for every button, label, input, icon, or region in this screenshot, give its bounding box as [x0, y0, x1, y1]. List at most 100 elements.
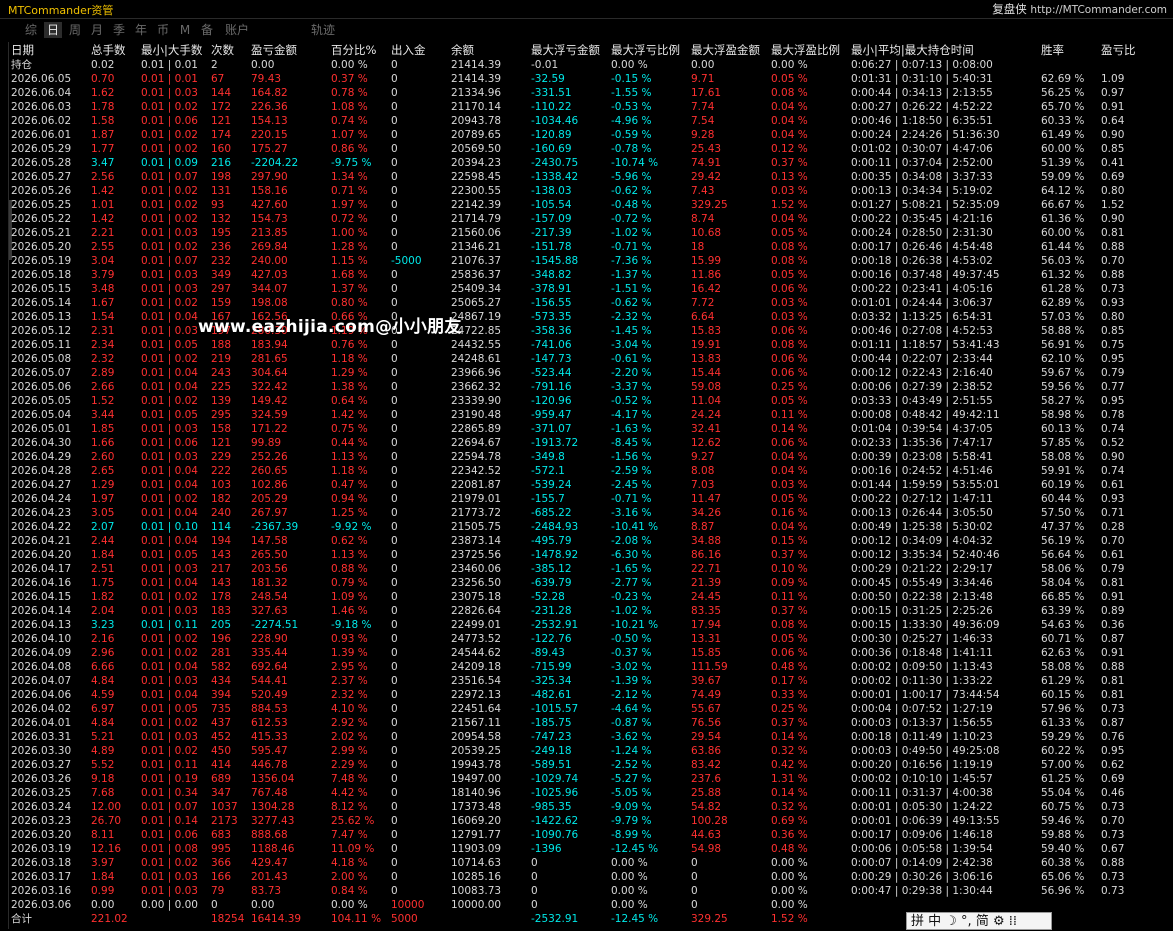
tab-5[interactable]: 年: [132, 22, 150, 38]
table-row[interactable]: 2026.05.14 1.67 0.01 | 0.02 159 198.08 0.80 %…: [9, 296, 1172, 310]
table-row[interactable]: 2026.04.01 4.84 0.01 | 0.02 437 612.53 2.92 %…: [9, 716, 1172, 730]
column-header[interactable]: 出入金: [391, 42, 449, 58]
table-row[interactable]: 2026.05.05 1.52 0.01 | 0.02 139 149.42 0.64 %…: [9, 394, 1172, 408]
column-header[interactable]: 最大浮亏金额: [531, 42, 609, 58]
table-row[interactable]: 2026.04.23 3.05 0.01 | 0.04 240 267.97 1.25 %…: [9, 506, 1172, 520]
table-row[interactable]: 2026.05.26 1.42 0.01 | 0.02 131 158.16 0.71 %…: [9, 184, 1172, 198]
column-header[interactable]: 胜率: [1041, 42, 1099, 58]
table-cell: -3.37 %: [611, 381, 652, 393]
table-row[interactable]: 2026.05.27 2.56 0.01 | 0.07 198 297.90 1.34 %…: [9, 170, 1172, 184]
brand-url[interactable]: http://MTCommander.com: [1030, 4, 1167, 16]
column-header[interactable]: 最大浮亏比例: [611, 42, 689, 58]
column-header[interactable]: 最大浮盈金额: [691, 42, 769, 58]
tab-2[interactable]: 周: [66, 22, 84, 38]
tab-0[interactable]: 综: [22, 22, 40, 38]
table-row[interactable]: 2026.05.19 3.04 0.01 | 0.07 232 240.00 1.15 %…: [9, 254, 1172, 268]
table-cell: -573.35: [531, 311, 572, 323]
brand-name[interactable]: 复盘侠: [992, 2, 1027, 16]
table-row[interactable]: 2026.03.25 7.68 0.01 | 0.34 347 767.48 4.42 %…: [9, 786, 1172, 800]
table-row[interactable]: 2026.05.08 2.32 0.01 | 0.02 219 281.65 1.18 %…: [9, 352, 1172, 366]
table-row[interactable]: 2026.05.20 2.55 0.01 | 0.02 236 269.84 1.28 %…: [9, 240, 1172, 254]
tab-9[interactable]: 账户: [222, 22, 252, 38]
table-row[interactable]: 2026.03.27 5.52 0.01 | 0.11 414 446.78 2.29 %…: [9, 758, 1172, 772]
table-cell: 0:00:16 | 0:24:52 | 4:51:46: [851, 465, 993, 477]
table-row[interactable]: 2026.05.29 1.77 0.01 | 0.02 160 175.27 0.86 %…: [9, 142, 1172, 156]
table-row[interactable]: 2026.04.29 2.60 0.01 | 0.03 229 252.26 1.13 %…: [9, 450, 1172, 464]
table-row[interactable]: 2026.05.07 2.89 0.01 | 0.04 243 304.64 1.29 %…: [9, 366, 1172, 380]
table-row[interactable]: 2026.04.24 1.97 0.01 | 0.02 182 205.29 0.94 %…: [9, 492, 1172, 506]
column-header[interactable]: 最大浮盈比例: [771, 42, 849, 58]
table-row[interactable]: 2026.04.10 2.16 0.01 | 0.02 196 228.90 0.93 %…: [9, 632, 1172, 646]
table-row[interactable]: 2026.03.24 12.00 0.01 | 0.07 1037 1304.28 8.1…: [9, 800, 1172, 814]
column-header[interactable]: 最小|大手数: [141, 42, 209, 58]
table-row[interactable]: 2026.04.22 2.07 0.01 | 0.10 114 -2367.39 -9.9…: [9, 520, 1172, 534]
table-row[interactable]: 2026.05.22 1.42 0.01 | 0.02 132 154.73 0.72 %…: [9, 212, 1172, 226]
tab-8[interactable]: 备: [198, 22, 216, 38]
table-row[interactable]: 2026.05.28 3.47 0.01 | 0.09 216 -2204.22 -9.7…: [9, 156, 1172, 170]
table-row[interactable]: 2026.05.18 3.79 0.01 | 0.03 349 427.03 1.68 %…: [9, 268, 1172, 282]
ime-toolbar[interactable]: 拼 中 ☽ °, 简 ⚙ ⁞⁞: [906, 912, 1052, 930]
table-row[interactable]: 2026.05.12 2.31 0.01 | 0.03 197 280.30 1.19 %…: [9, 324, 1172, 338]
table-row[interactable]: 2026.04.16 1.75 0.01 | 0.04 143 181.32 0.79 %…: [9, 576, 1172, 590]
table-row[interactable]: 2026.05.21 2.21 0.01 | 0.03 195 213.85 1.00 %…: [9, 226, 1172, 240]
tab-4[interactable]: 季: [110, 22, 128, 38]
brand[interactable]: 复盘侠 http://MTCommander.com: [992, 1, 1167, 17]
table-row[interactable]: 2026.05.25 1.01 0.01 | 0.02 93 427.60 1.97 % 0…: [9, 198, 1172, 212]
table-cell: 合计: [11, 913, 32, 925]
table-row[interactable]: 2026.04.13 3.23 0.01 | 0.11 205 -2274.51 -9.1…: [9, 618, 1172, 632]
table-row[interactable]: 2026.04.07 4.84 0.01 | 0.03 434 544.41 2.37 %…: [9, 674, 1172, 688]
table-row[interactable]: 2026.06.05 0.70 0.01 | 0.01 67 79.43 0.37 % 0 2…: [9, 72, 1172, 86]
table-row[interactable]: 2026.04.17 2.51 0.01 | 0.03 217 203.56 0.88 %…: [9, 562, 1172, 576]
table-row[interactable]: 2026.03.26 9.18 0.01 | 0.19 689 1356.04 7.48 …: [9, 772, 1172, 786]
table-row[interactable]: 2026.06.02 1.58 0.01 | 0.06 121 154.13 0.74 %…: [9, 114, 1172, 128]
column-header[interactable]: 盈亏比: [1101, 42, 1161, 58]
table-row[interactable]: 2026.03.20 8.11 0.01 | 0.06 683 888.68 7.47 %…: [9, 828, 1172, 842]
table-row[interactable]: 2026.03.18 3.97 0.01 | 0.02 366 429.47 4.18 %…: [9, 856, 1172, 870]
table-row[interactable]: 2026.03.31 5.21 0.01 | 0.03 452 415.33 2.02 %…: [9, 730, 1172, 744]
column-header[interactable]: 百分比%: [331, 42, 389, 58]
table-row[interactable]: 2026.04.15 1.82 0.01 | 0.02 178 248.54 1.09 %…: [9, 590, 1172, 604]
table-row[interactable]: 2026.03.06 0.00 0.00 | 0.00 0 0.00 0.00 % 1000…: [9, 898, 1172, 912]
table-row[interactable]: 2026.06.03 1.78 0.01 | 0.02 172 226.36 1.08 %…: [9, 100, 1172, 114]
column-header[interactable]: 盈亏金额: [251, 42, 329, 58]
table-row[interactable]: 2026.03.17 1.84 0.01 | 0.03 166 201.43 2.00 %…: [9, 870, 1172, 884]
table-row[interactable]: 2026.04.02 6.97 0.01 | 0.05 735 884.53 4.10 %…: [9, 702, 1172, 716]
table-cell: 0: [391, 857, 398, 869]
table-row[interactable]: 2026.04.08 6.66 0.01 | 0.04 582 692.64 2.95 %…: [9, 660, 1172, 674]
table-row[interactable]: 2026.04.14 2.04 0.01 | 0.03 183 327.63 1.46 %…: [9, 604, 1172, 618]
table-cell: 1.34 %: [331, 171, 368, 183]
column-header[interactable]: 总手数: [91, 42, 139, 58]
tab-10[interactable]: 轨迹: [308, 22, 338, 38]
table-row[interactable]: 2026.04.30 1.66 0.01 | 0.06 121 99.89 0.44 % 0…: [9, 436, 1172, 450]
table-row[interactable]: 2026.03.30 4.89 0.01 | 0.02 450 595.47 2.99 %…: [9, 744, 1172, 758]
table-row[interactable]: 2026.04.27 1.29 0.01 | 0.04 103 102.86 0.47 %…: [9, 478, 1172, 492]
table-row[interactable]: 2026.04.20 1.84 0.01 | 0.05 143 265.50 1.13 %…: [9, 548, 1172, 562]
table-row[interactable]: 2026.03.19 12.16 0.01 | 0.08 995 1188.46 11.0…: [9, 842, 1172, 856]
column-header[interactable]: 次数: [211, 42, 249, 58]
table-row[interactable]: 2026.04.28 2.65 0.01 | 0.04 222 260.65 1.18 %…: [9, 464, 1172, 478]
table-row[interactable]: 2026.06.04 1.62 0.01 | 0.03 144 164.82 0.78 %…: [9, 86, 1172, 100]
column-header[interactable]: 余额: [451, 42, 529, 58]
table-row[interactable]: 2026.05.15 3.48 0.01 | 0.03 297 344.07 1.37 %…: [9, 282, 1172, 296]
table-row[interactable]: 2026.05.04 3.44 0.01 | 0.05 295 324.59 1.42 %…: [9, 408, 1172, 422]
table-row[interactable]: 2026.05.06 2.66 0.01 | 0.04 225 322.42 1.38 %…: [9, 380, 1172, 394]
table-cell: 3.05: [91, 507, 115, 519]
table-row[interactable]: 2026.06.01 1.87 0.01 | 0.02 174 220.15 1.07 %…: [9, 128, 1172, 142]
tab-1[interactable]: 日: [44, 22, 62, 38]
table-row[interactable]: 2026.04.06 4.59 0.01 | 0.04 394 520.49 2.32 %…: [9, 688, 1172, 702]
holding-row[interactable]: 持仓 0.02 0.01 | 0.01 2 0.00 0.00 % 0 21414.39 -0.…: [9, 58, 1172, 72]
table-cell: -5000: [391, 255, 422, 267]
column-header[interactable]: 日期: [11, 42, 89, 58]
table-cell: 0: [391, 381, 398, 393]
tab-3[interactable]: 月: [88, 22, 106, 38]
column-header[interactable]: 最小|平均|最大持仓时间: [851, 42, 1039, 58]
tab-6[interactable]: 币: [154, 22, 172, 38]
table-row[interactable]: 2026.03.16 0.99 0.01 | 0.03 79 83.73 0.84 % 0 1…: [9, 884, 1172, 898]
table-row[interactable]: 2026.05.11 2.34 0.01 | 0.05 188 183.94 0.76 %…: [9, 338, 1172, 352]
table-row[interactable]: 2026.05.01 1.85 0.01 | 0.03 158 171.22 0.75 %…: [9, 422, 1172, 436]
table-row[interactable]: 2026.04.09 2.96 0.01 | 0.02 281 335.44 1.39 %…: [9, 646, 1172, 660]
table-row[interactable]: 2026.04.21 2.44 0.01 | 0.04 194 147.58 0.62 %…: [9, 534, 1172, 548]
tab-7[interactable]: M: [178, 22, 192, 38]
table-row[interactable]: 2026.05.13 1.54 0.01 | 0.04 167 162.56 0.66 %…: [9, 310, 1172, 324]
table-row[interactable]: 2026.03.23 26.70 0.01 | 0.14 2173 3277.43 25.…: [9, 814, 1172, 828]
